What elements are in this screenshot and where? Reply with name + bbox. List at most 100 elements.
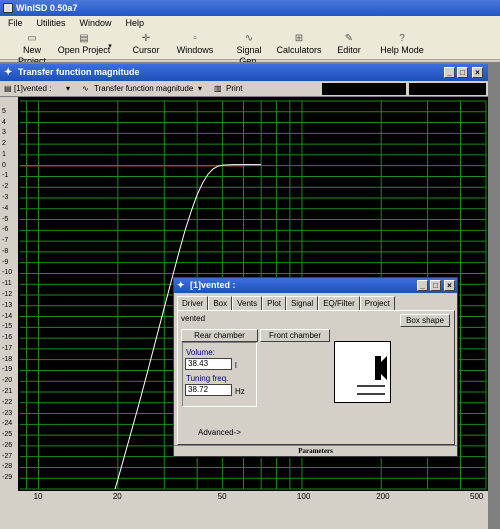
editor-button[interactable]: ✎ Editor [334, 32, 364, 56]
y-tick-label: 3 [2, 129, 6, 137]
y-tick-label: -1 [2, 172, 9, 180]
box-diagram [334, 341, 391, 403]
y-tick-label: -27 [2, 452, 13, 460]
box-name-field[interactable]: vented [179, 313, 394, 324]
menu-help[interactable]: Help [118, 16, 151, 30]
y-tick-label: -2 [2, 183, 9, 191]
app-title: WinISD 0.50a7 [16, 3, 78, 13]
tab-vents[interactable]: Vents [232, 296, 263, 310]
help-mode-button[interactable]: ? Help Mode [380, 32, 424, 56]
close-button[interactable]: × [472, 67, 483, 78]
y-tick-label: -10 [2, 269, 13, 277]
volume-field[interactable]: 38.43 [185, 358, 232, 370]
calculator-icon: ⊞ [294, 33, 304, 44]
question-icon: ? [399, 33, 405, 44]
calculators-button[interactable]: ⊞ Calculators [276, 32, 322, 56]
tab-signal[interactable]: Signal [285, 296, 319, 310]
graph-window-title: Transfer function magnitude [18, 67, 140, 77]
y-tick-label: -7 [2, 237, 9, 245]
tuning-freq-field[interactable]: 38.72 [185, 384, 232, 396]
y-tick-label: -15 [2, 323, 13, 331]
sine-wave-icon: ∿ [82, 84, 89, 93]
print-button[interactable]: Print [226, 83, 242, 95]
front-chamber-button[interactable]: Front chamber [260, 329, 330, 342]
chevron-down-icon[interactable]: ▾ [66, 83, 70, 95]
y-tick-label: -26 [2, 441, 13, 449]
project-select[interactable]: [1]vented : [14, 83, 51, 95]
sine-wave-icon: ∿ [244, 33, 254, 44]
y-tick-label: 2 [2, 140, 6, 148]
box-shape-button[interactable]: Box shape [400, 314, 450, 327]
dialog-title: [1]vented : [190, 280, 236, 290]
editor-icon: ✎ [344, 33, 354, 44]
y-tick-label: -22 [2, 398, 13, 406]
x-axis-strip [0, 491, 488, 529]
menu-utilities[interactable]: Utilities [29, 16, 72, 30]
vented-box-icon [357, 356, 387, 395]
advanced-link[interactable]: Advanced-> [198, 428, 241, 437]
tab-driver[interactable]: Driver [177, 296, 209, 310]
dialog-tabs: Driver Box Vents Plot Signal EQ/Filter P… [177, 296, 395, 311]
dialog-close-button[interactable]: × [444, 280, 455, 291]
chevron-down-icon[interactable]: ▾ [198, 83, 202, 95]
open-project-button[interactable]: ▤ Open Project [56, 32, 112, 56]
x-tick-label: 200 [376, 492, 390, 501]
y-tick-label: -29 [2, 474, 13, 482]
windows-button[interactable]: ▫ Windows [174, 32, 216, 56]
y-tick-label: 0 [2, 161, 6, 169]
y-tick-label: -18 [2, 355, 13, 363]
y-tick-label: -4 [2, 204, 9, 212]
y-tick-label: -28 [2, 463, 13, 471]
tab-project[interactable]: Project [359, 296, 395, 310]
y-tick-label: -11 [2, 280, 12, 288]
cursor-icon: ✛ [141, 33, 151, 44]
folder-icon: ▤ [79, 33, 89, 44]
dialog-statusbar: Parameters [174, 445, 457, 456]
open-project-dropdown[interactable]: ▾ [106, 40, 114, 50]
x-tick-label: 500 [470, 492, 484, 501]
y-tick-label: -14 [2, 312, 13, 320]
project-dialog: ✦ [1]vented : _ □ × Driver Box Vents Plo… [173, 277, 458, 457]
y-tick-label: -12 [2, 291, 13, 298]
x-tick-label: 50 [217, 492, 227, 501]
window-icon: ✦ [4, 67, 13, 78]
x-tick-label: 20 [112, 492, 122, 501]
new-file-icon: ▭ [27, 33, 37, 44]
chevron-down-icon: ▾ [108, 43, 112, 50]
maximize-button[interactable]: □ [457, 67, 468, 78]
y-tick-label: -20 [2, 377, 13, 385]
y-tick-label: -16 [2, 334, 13, 342]
dialog-minimize-button[interactable]: _ [417, 280, 428, 291]
tab-box[interactable]: Box [208, 296, 233, 311]
y-tick-label: -5 [2, 215, 9, 223]
app-titlebar: WinISD 0.50a7 [0, 0, 500, 16]
volume-label: Volume: [186, 348, 215, 357]
tab-plot[interactable]: Plot [262, 296, 286, 310]
printer-icon: ▥ [214, 84, 222, 93]
tuning-freq-unit: Hz [235, 387, 245, 396]
menu-file[interactable]: File [0, 16, 29, 30]
graph-window-titlebar[interactable]: ✦ Transfer function magnitude _ □ × [0, 64, 488, 81]
cursor-readout-x [322, 83, 406, 95]
y-tick-label: -13 [2, 301, 13, 309]
y-tick-label: -8 [2, 247, 9, 255]
rear-chamber-button[interactable]: Rear chamber [181, 329, 258, 342]
graph-select[interactable]: Transfer function magnitude [94, 83, 193, 95]
window-icon: ✦ [177, 280, 185, 290]
x-tick-label: 10 [33, 492, 43, 501]
y-tick-label: 4 [2, 118, 6, 126]
main-toolbar: ▭ New Project ▤ Open Project ▾ ✛ Cursor … [0, 30, 500, 66]
tab-eq-filter[interactable]: EQ/Filter [318, 296, 360, 310]
cursor-readout-y [409, 83, 486, 95]
app-icon [3, 3, 13, 13]
y-tick-label: -23 [2, 409, 13, 417]
menubar: File Utilities Window Help [0, 16, 500, 30]
project-select-icon: ▤ [4, 84, 12, 93]
cursor-button[interactable]: ✛ Cursor [126, 32, 166, 56]
dialog-titlebar[interactable]: ✦ [1]vented : _ □ × [174, 278, 457, 293]
menu-window[interactable]: Window [72, 16, 118, 30]
dialog-maximize-button[interactable]: □ [430, 280, 441, 291]
y-tick-label: 1 [2, 150, 6, 158]
minimize-button[interactable]: _ [444, 67, 455, 78]
y-tick-label: -24 [2, 420, 13, 428]
